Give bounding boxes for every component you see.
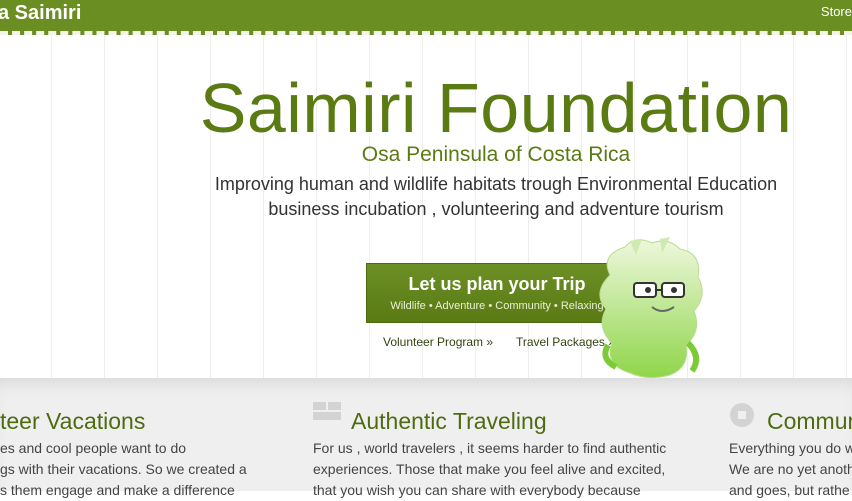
feature-text-line: For us , world travelers , it seems hard… [313, 440, 667, 456]
feature-text-line: Everything you do w [729, 440, 852, 456]
community-icon [730, 403, 754, 427]
page-title: Saimiri Foundation [199, 69, 793, 147]
gallery-icon [313, 402, 341, 420]
hero-description-line-1: Improving human and wildlife habitats tr… [214, 174, 778, 194]
feature-title: teer Vacations [0, 408, 146, 434]
feature-text-line: We are no yet anoth [729, 461, 852, 477]
feature-title: Authentic Traveling [351, 408, 547, 434]
hero-description-line-2: business incubation , volunteering and a… [268, 199, 724, 219]
feature-title: Commun [767, 408, 852, 434]
feature-text-line: experiences. Those that make you feel al… [313, 461, 666, 477]
volunteer-program-link[interactable]: Volunteer Program » [383, 335, 493, 349]
plan-trip-button[interactable]: Let us plan your Trip Wildlife • Adventu… [366, 263, 628, 323]
hero-description: Improving human and wildlife habitats tr… [0, 172, 852, 222]
mascot-illustration [599, 237, 703, 379]
page-subtitle: Osa Peninsula of Costa Rica [361, 143, 631, 166]
top-navigation-bar: a Saimiri Store [0, 0, 852, 35]
plan-trip-label: Let us plan your Trip [408, 274, 586, 294]
features-band: teer Vacations es and cool people want t… [0, 378, 852, 498]
store-link[interactable]: Store [821, 4, 852, 19]
feature-text-line: gs with their vacations. So we created a [0, 461, 247, 477]
brand-logo-text[interactable]: a Saimiri [0, 2, 81, 25]
plan-trip-sublabel: Wildlife • Adventure • Community • Relax… [390, 300, 604, 312]
feature-text-line: es and cool people want to do [0, 440, 187, 456]
